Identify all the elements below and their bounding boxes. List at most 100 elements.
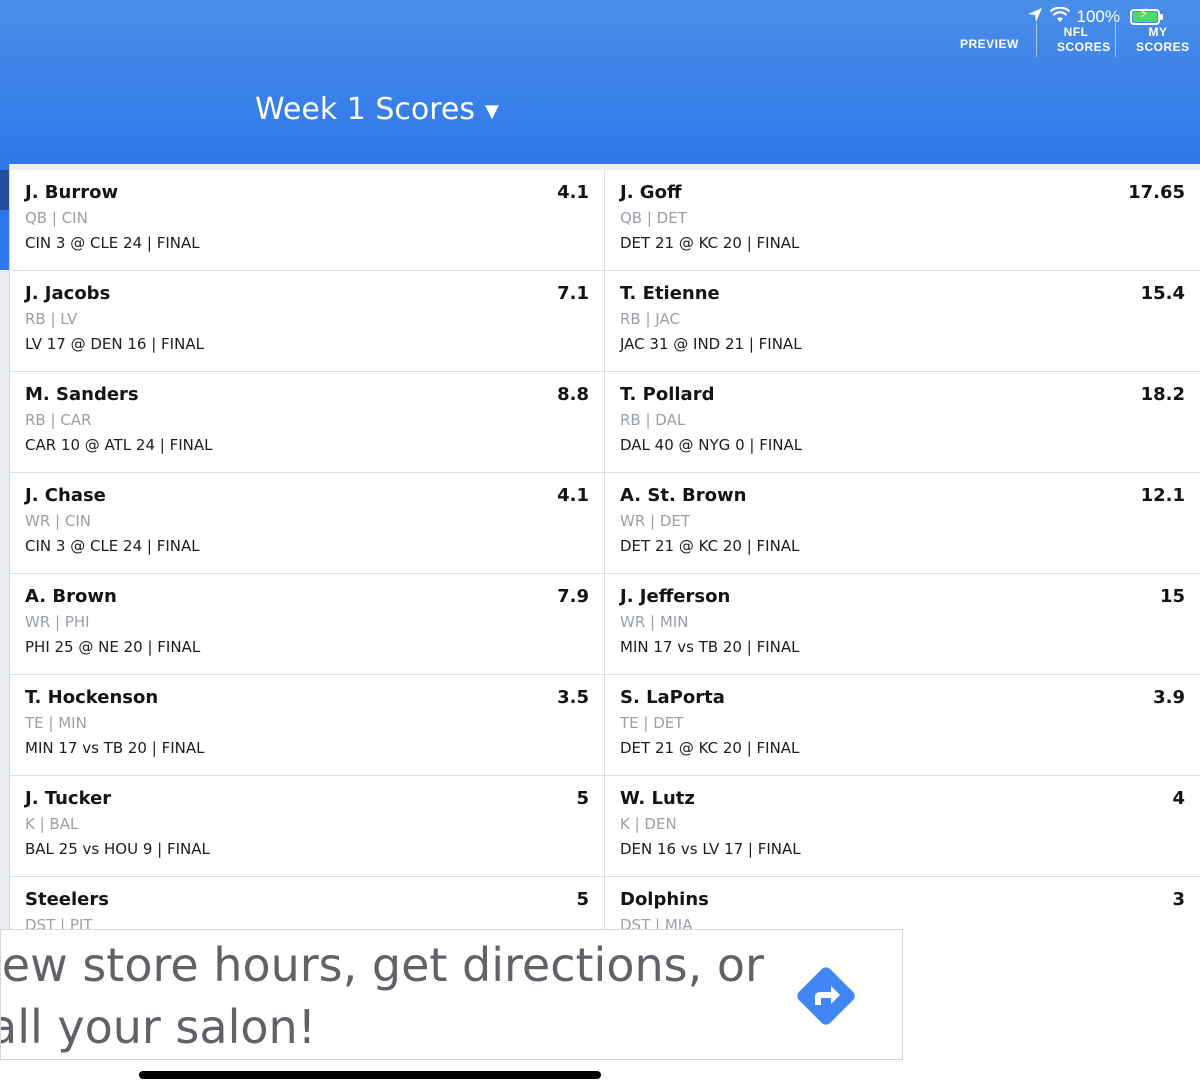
game-result: DAL 40 @ NYG 0 | FINAL bbox=[620, 436, 803, 454]
player-card[interactable]: J. Tucker 5 K | BAL BAL 25 vs HOU 9 | FINAL bbox=[10, 776, 605, 876]
my-scores-button[interactable]: MY SCORES bbox=[1116, 25, 1200, 55]
player-position-team: TE | MIN bbox=[25, 714, 87, 732]
player-position-team: RB | CAR bbox=[25, 411, 92, 429]
caret-down-icon: ▼ bbox=[485, 101, 499, 122]
player-card[interactable]: W. Lutz 4 K | DEN DEN 16 vs LV 17 | FINAL bbox=[605, 776, 1200, 876]
player-card[interactable]: T. Pollard 18.2 RB | DAL DAL 40 @ NYG 0 | F… bbox=[605, 372, 1200, 472]
ad-text: iew store hours, get directions, or all … bbox=[0, 934, 779, 1058]
player-name: T. Pollard bbox=[620, 384, 715, 405]
player-name: J. Burrow bbox=[25, 182, 119, 203]
ad-text-line1: iew store hours, get directions, or bbox=[0, 938, 764, 992]
game-result: MIN 17 vs TB 20 | FINAL bbox=[25, 739, 205, 757]
player-name: J. Chase bbox=[25, 485, 106, 506]
ad-banner[interactable]: iew store hours, get directions, or all … bbox=[0, 929, 903, 1060]
player-name: T. Etienne bbox=[620, 283, 720, 304]
player-card[interactable]: A. St. Brown 12.1 WR | DET DET 21 @ KC 20 |… bbox=[605, 473, 1200, 573]
header-actions: PREVIEW NFL SCORES MY SCORES bbox=[940, 22, 1200, 58]
matchup-row: J. Chase 4.1 WR | CIN CIN 3 @ CLE 24 | FINA… bbox=[10, 473, 1200, 574]
matchup-row: J. Burrow 4.1 QB | CIN CIN 3 @ CLE 24 | FIN… bbox=[10, 170, 1200, 271]
matchup-row: T. Hockenson 3.5 TE | MIN MIN 17 vs TB 20 |… bbox=[10, 675, 1200, 776]
player-points: 7.9 bbox=[557, 586, 589, 607]
nfl-scores-label-line1: NFL bbox=[1063, 25, 1089, 39]
player-name: J. Jefferson bbox=[620, 586, 731, 607]
player-points: 8.8 bbox=[557, 384, 589, 405]
player-card[interactable]: J. Chase 4.1 WR | CIN CIN 3 @ CLE 24 | FINA… bbox=[10, 473, 605, 573]
player-position-team: QB | CIN bbox=[25, 209, 88, 227]
player-position-team: QB | DET bbox=[620, 209, 687, 227]
game-result: DET 21 @ KC 20 | FINAL bbox=[620, 234, 800, 252]
game-result: DEN 16 vs LV 17 | FINAL bbox=[620, 840, 801, 858]
player-card[interactable]: M. Sanders 8.8 RB | CAR CAR 10 @ ATL 24 | F… bbox=[10, 372, 605, 472]
player-name: A. St. Brown bbox=[620, 485, 747, 506]
player-card[interactable]: A. Brown 7.9 WR | PHI PHI 25 @ NE 20 | FINA… bbox=[10, 574, 605, 674]
player-position-team: WR | DET bbox=[620, 512, 691, 530]
matchup-row: A. Brown 7.9 WR | PHI PHI 25 @ NE 20 | FINA… bbox=[10, 574, 1200, 675]
my-scores-label-line1: MY bbox=[1148, 25, 1168, 39]
player-points: 5 bbox=[576, 889, 589, 910]
player-points: 4 bbox=[1172, 788, 1185, 809]
player-name: Dolphins bbox=[620, 889, 709, 910]
player-name: A. Brown bbox=[25, 586, 117, 607]
game-result: BAL 25 vs HOU 9 | FINAL bbox=[25, 840, 210, 858]
side-indicator bbox=[0, 164, 10, 934]
player-card[interactable]: J. Jacobs 7.1 RB | LV LV 17 @ DEN 16 | FINA… bbox=[10, 271, 605, 371]
game-result: DET 21 @ KC 20 | FINAL bbox=[620, 739, 800, 757]
player-points: 7.1 bbox=[557, 283, 589, 304]
player-position-team: WR | PHI bbox=[25, 613, 90, 631]
player-points: 3.5 bbox=[557, 687, 589, 708]
home-indicator bbox=[139, 1071, 601, 1079]
player-points: 17.65 bbox=[1128, 182, 1185, 203]
directions-icon[interactable] bbox=[791, 961, 861, 1031]
page-title: Week 1 Scores bbox=[255, 92, 476, 127]
game-result: DET 21 @ KC 20 | FINAL bbox=[620, 537, 800, 555]
player-card[interactable]: J. Jefferson 15 WR | MIN MIN 17 vs TB 20 | … bbox=[605, 574, 1200, 674]
player-position-team: TE | DET bbox=[620, 714, 684, 732]
player-points: 4.1 bbox=[557, 485, 589, 506]
ad-text-line2: all your salon! bbox=[0, 1000, 317, 1054]
nfl-scores-label-line2: SCORES bbox=[1057, 40, 1111, 54]
player-points: 3 bbox=[1172, 889, 1185, 910]
player-card[interactable]: T. Hockenson 3.5 TE | MIN MIN 17 vs TB 20 |… bbox=[10, 675, 605, 775]
game-result: PHI 25 @ NE 20 | FINAL bbox=[25, 638, 201, 656]
player-card[interactable]: T. Etienne 15.4 RB | JAC JAC 31 @ IND 21 | … bbox=[605, 271, 1200, 371]
player-card[interactable]: J. Goff 17.65 QB | DET DET 21 @ KC 20 | FIN… bbox=[605, 170, 1200, 270]
player-name: S. LaPorta bbox=[620, 687, 725, 708]
player-name: W. Lutz bbox=[620, 788, 695, 809]
matchup-grid: J. Burrow 4.1 QB | CIN CIN 3 @ CLE 24 | FIN… bbox=[10, 170, 1200, 978]
game-result: CAR 10 @ ATL 24 | FINAL bbox=[25, 436, 213, 454]
player-name: Steelers bbox=[25, 889, 109, 910]
player-position-team: RB | JAC bbox=[620, 310, 680, 328]
player-position-team: WR | MIN bbox=[620, 613, 689, 631]
matchup-row: J. Jacobs 7.1 RB | LV LV 17 @ DEN 16 | FINA… bbox=[10, 271, 1200, 372]
player-points: 5 bbox=[576, 788, 589, 809]
player-position-team: K | BAL bbox=[25, 815, 79, 833]
player-card[interactable]: S. LaPorta 3.9 TE | DET DET 21 @ KC 20 | FI… bbox=[605, 675, 1200, 775]
player-points: 12.1 bbox=[1140, 485, 1185, 506]
side-accent-active bbox=[0, 170, 9, 210]
player-position-team: K | DEN bbox=[620, 815, 677, 833]
player-name: J. Tucker bbox=[25, 788, 112, 809]
game-result: JAC 31 @ IND 21 | FINAL bbox=[620, 335, 802, 353]
player-name: T. Hockenson bbox=[25, 687, 159, 708]
game-result: MIN 17 vs TB 20 | FINAL bbox=[620, 638, 800, 656]
player-points: 18.2 bbox=[1140, 384, 1185, 405]
game-result: CIN 3 @ CLE 24 | FINAL bbox=[25, 234, 200, 252]
player-position-team: WR | CIN bbox=[25, 512, 91, 530]
matchup-row: M. Sanders 8.8 RB | CAR CAR 10 @ ATL 24 | F… bbox=[10, 372, 1200, 473]
preview-button[interactable]: PREVIEW bbox=[940, 29, 1036, 52]
preview-label: PREVIEW bbox=[960, 36, 1019, 51]
player-name: J. Jacobs bbox=[25, 283, 111, 304]
week-selector[interactable]: Week 1 Scores ▼ bbox=[255, 92, 499, 127]
player-points: 15.4 bbox=[1140, 283, 1185, 304]
player-points: 4.1 bbox=[557, 182, 589, 203]
player-name: M. Sanders bbox=[25, 384, 139, 405]
player-points: 15 bbox=[1159, 586, 1185, 607]
nfl-scores-button[interactable]: NFL SCORES bbox=[1037, 25, 1115, 55]
game-result: LV 17 @ DEN 16 | FINAL bbox=[25, 335, 204, 353]
matchup-row: J. Tucker 5 K | BAL BAL 25 vs HOU 9 | FINAL… bbox=[10, 776, 1200, 877]
player-card[interactable]: J. Burrow 4.1 QB | CIN CIN 3 @ CLE 24 | FIN… bbox=[10, 170, 605, 270]
game-result: CIN 3 @ CLE 24 | FINAL bbox=[25, 537, 200, 555]
player-points: 3.9 bbox=[1153, 687, 1185, 708]
player-position-team: RB | LV bbox=[25, 310, 78, 328]
player-position-team: RB | DAL bbox=[620, 411, 686, 429]
